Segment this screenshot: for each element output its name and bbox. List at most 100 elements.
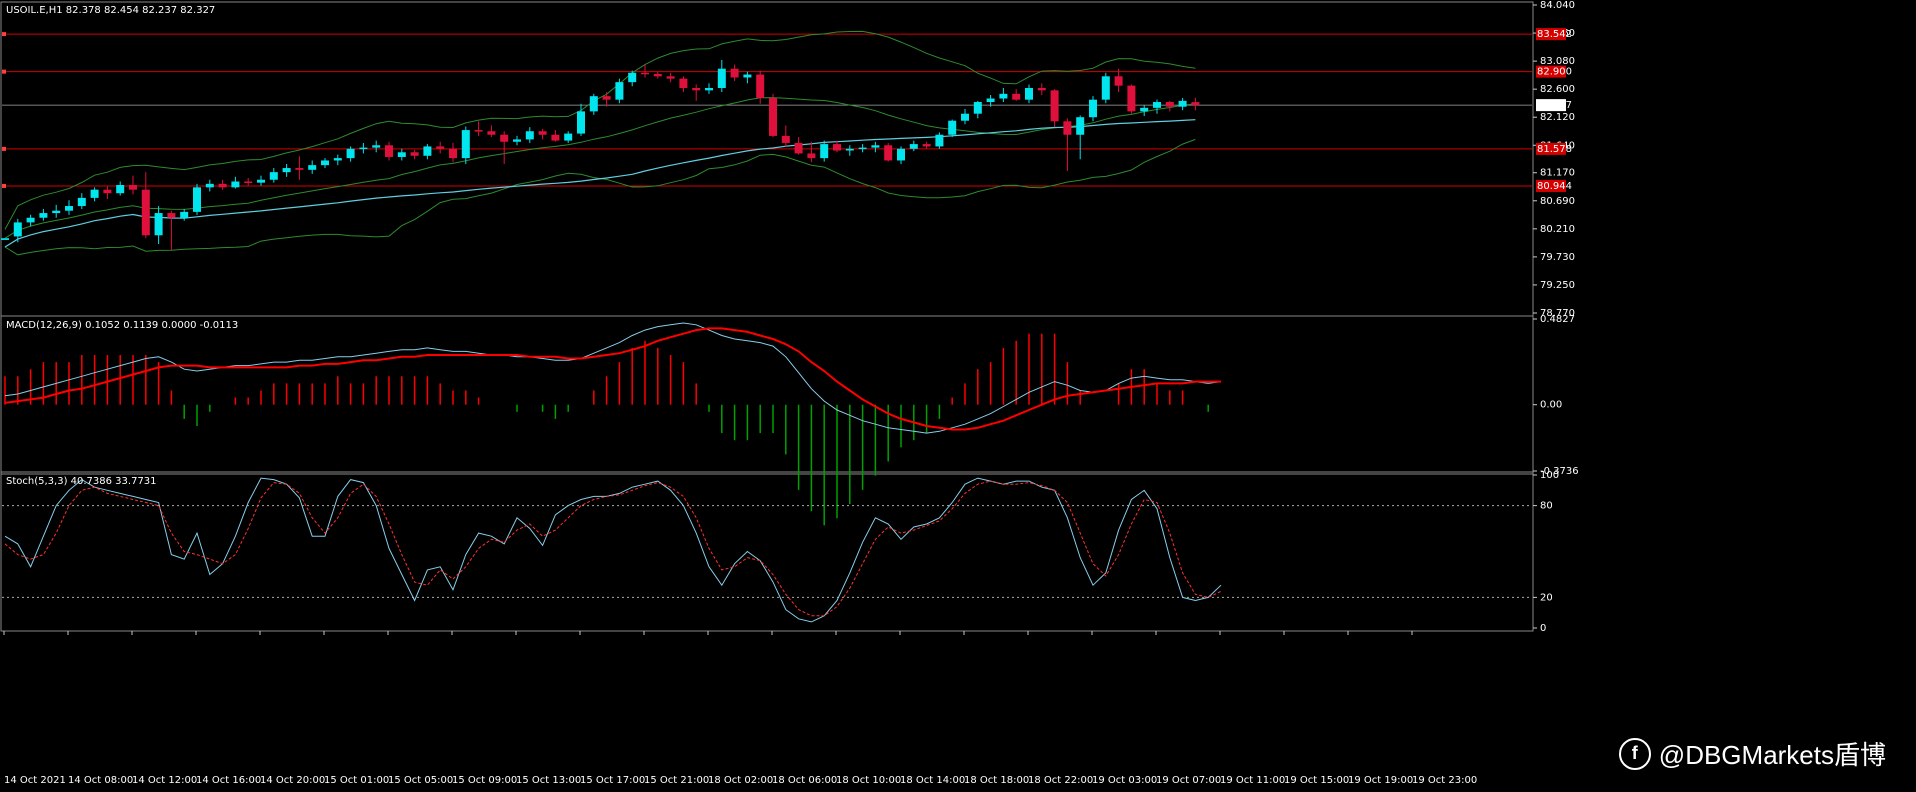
candle-body [423, 146, 432, 156]
candle-body [333, 158, 342, 161]
time-axis-label: 15 Oct 09:00 [452, 775, 517, 786]
level-marker [2, 183, 6, 188]
candle-body [269, 172, 278, 180]
time-axis-label: 18 Oct 10:00 [836, 775, 901, 786]
time-axis-label: 15 Oct 13:00 [516, 775, 581, 786]
stoch-axis-label: 0 [1540, 623, 1546, 634]
candle-body [26, 217, 35, 223]
candle-body [577, 111, 585, 134]
candle-body [1076, 117, 1085, 135]
candle-body [961, 113, 969, 121]
candle-body [65, 206, 73, 211]
macd-pane-title: MACD(12,26,9) 0.1052 0.1139 0.0000 -0.01… [6, 320, 238, 331]
candle-body [410, 152, 419, 156]
candle-body [231, 181, 240, 188]
candle-body [1178, 100, 1187, 107]
candle-body [116, 185, 125, 194]
candle-body [346, 148, 355, 159]
time-axis-label: 19 Oct 03:00 [1092, 775, 1157, 786]
stoch-axis-label: 20 [1540, 592, 1553, 603]
time-axis-label: 15 Oct 17:00 [580, 775, 645, 786]
candle-body [1089, 99, 1097, 118]
time-axis-label: 14 Oct 20:00 [260, 775, 325, 786]
candle-body [282, 168, 291, 173]
candle-body [589, 96, 598, 112]
pane-frame-1 [0, 315, 1534, 475]
time-axis-label: 18 Oct 22:00 [1028, 775, 1093, 786]
level-price-label: 82.900 [1537, 67, 1572, 78]
candle-body [986, 98, 995, 103]
level-price-label: 83.542 [1537, 29, 1572, 40]
candle-body [730, 68, 739, 78]
candle-body [180, 211, 189, 218]
candle-body [781, 135, 790, 143]
time-axis-label: 15 Oct 05:00 [388, 775, 453, 786]
level-price-label: 81.578 [1537, 144, 1572, 155]
time-axis-label: 14 Oct 2021 [4, 775, 66, 786]
time-axis-label: 19 Oct 15:00 [1284, 775, 1349, 786]
candle-body [461, 130, 470, 159]
candle-body [52, 210, 61, 214]
candle-body [1037, 87, 1046, 91]
macd-axis-label: 0.4827 [1540, 314, 1575, 325]
candle-body [999, 93, 1008, 99]
stoch-axis-label: 100 [1540, 470, 1559, 481]
price-axis-label: 80.210 [1540, 224, 1575, 235]
candle-body [13, 222, 22, 237]
candle-body [1012, 93, 1021, 100]
candle-body [193, 187, 201, 212]
candle-body [218, 183, 227, 188]
pane-frame-0 [0, 1, 1534, 317]
candle-body [717, 68, 726, 88]
candle-body [1153, 102, 1161, 108]
time-axis-label: 18 Oct 14:00 [900, 775, 965, 786]
trading-chart[interactable]: 84.04083.56083.08082.60082.12081.64081.1… [0, 0, 1916, 792]
candle-body [922, 144, 931, 147]
current-price-label: 82.327 [1537, 100, 1572, 111]
watermark: f @DBGMarkets盾博 [1618, 735, 1886, 772]
time-axis-label: 14 Oct 08:00 [68, 775, 133, 786]
candle-body [372, 145, 381, 148]
stoch-k-line [4, 477, 1222, 623]
candle-body [551, 134, 560, 141]
candle-body [141, 189, 150, 236]
candle-body [154, 213, 163, 236]
candle-body [500, 134, 509, 142]
candle-body [641, 72, 649, 75]
price-axis-label: 79.250 [1540, 280, 1575, 291]
candle-body [692, 87, 701, 91]
time-axis-label: 14 Oct 16:00 [196, 775, 261, 786]
time-axis-label: 19 Oct 19:00 [1348, 775, 1413, 786]
watermark-text: @DBGMarkets盾博 [1658, 740, 1886, 770]
candle-body [77, 197, 86, 207]
price-axis-label: 82.600 [1540, 84, 1575, 95]
macd-main-line [4, 322, 1222, 434]
candle-body [359, 147, 368, 150]
candle-body [666, 76, 675, 79]
candle-body [845, 148, 854, 151]
level-marker [2, 32, 6, 37]
candle-body [653, 73, 662, 77]
candle-body [1050, 90, 1059, 122]
candle-body [858, 147, 867, 150]
price-axis-label: 82.120 [1540, 112, 1575, 123]
time-axis-label: 18 Oct 06:00 [772, 775, 837, 786]
candle-body [385, 145, 393, 157]
time-axis-label: 15 Oct 21:00 [644, 775, 709, 786]
time-axis-label: 18 Oct 18:00 [964, 775, 1029, 786]
candle-body [487, 131, 496, 135]
candle-body [948, 120, 957, 135]
candle-body [1063, 121, 1072, 135]
candle-body [615, 82, 624, 100]
pane-frame-2 [0, 471, 1534, 632]
price-pane-title: USOIL.E,H1 82.378 82.454 82.237 82.327 [6, 5, 215, 16]
level-price-label: 80.944 [1537, 181, 1572, 192]
candle-body [807, 153, 816, 159]
time-axis-label: 15 Oct 01:00 [324, 775, 389, 786]
candle-body [474, 130, 483, 132]
candle-body [897, 148, 905, 161]
moving-average-line [4, 119, 1196, 248]
price-axis-label: 79.730 [1540, 252, 1575, 263]
candle-body [833, 144, 841, 151]
candle-body [397, 152, 406, 157]
